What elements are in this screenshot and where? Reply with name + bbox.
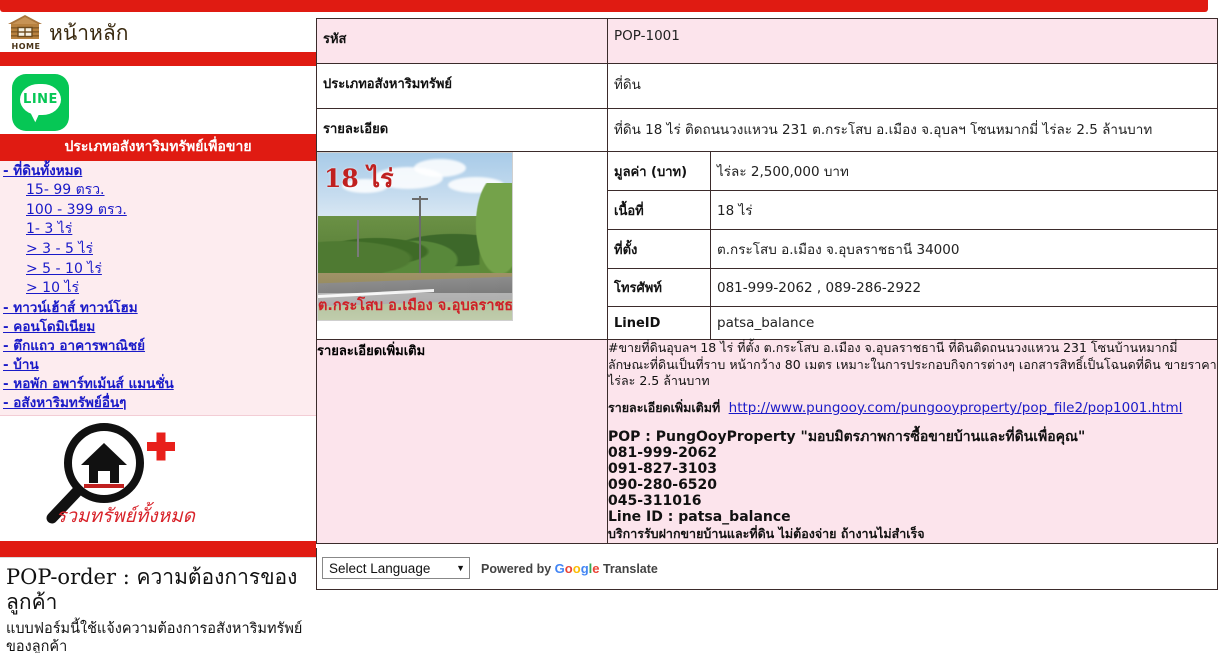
sidebar-item-townhouse[interactable]: - ทาวน์เฮ้าส์ ทาวน์โฮม [0,299,316,318]
sidebar-item-over-10-rai[interactable]: > 10 ไร่ [0,279,316,299]
sidebar-divider-red-1 [0,52,316,66]
property-detail-table: รหัส POP-1001 ประเภทอสังหาริมทรัพย์ ที่ด… [316,18,1218,544]
pop-order-block[interactable]: POP-order : ความต้องการของลูกค้า แบบฟอร์… [0,556,316,653]
cabin-svg [8,15,42,39]
row-label-detail: รายละเอียด [323,122,389,137]
chevron-down-icon: ▼ [456,563,465,574]
extra-details-label: รายละเอียดเพิ่มเติม [316,339,608,544]
spec-value-lineid: patsa_balance [710,306,1217,339]
line-logo-text: LINE [23,91,58,107]
contact-line-id: Line ID : patsa_balance [608,509,791,526]
top-red-banner [0,0,1208,12]
spec-row-lineid: LineID patsa_balance [608,306,1217,339]
sidebar-home-link[interactable]: HOME หน้าหลัก [0,14,316,52]
spec-label-price: มูลค่า (บาท) [608,152,711,191]
table-row-type: ประเภทอสังหาริมทรัพย์ ที่ดิน [316,63,1218,109]
row-label-type: ประเภทอสังหาริมทรัพย์ [323,77,453,92]
row-label-code: รหัส [323,32,347,47]
page-root: HOME หน้าหลัก LINE ประเภทอสังหาริมทรัพย์… [0,0,1225,653]
photo-bush-right [470,183,512,287]
extra-details-link[interactable]: http://www.pungooy.com/pungooyproperty/p… [729,400,1183,416]
main-content: รหัส POP-1001 ประเภทอสังหาริมทรัพย์ ที่ด… [316,18,1220,590]
sidebar: HOME หน้าหลัก LINE ประเภทอสังหาริมทรัพย์… [0,14,316,653]
table-row-detail: รายละเอียด ที่ดิน 18 ไร่ ติดถนนวงแหวน 23… [316,108,1218,152]
powered-by-label: Powered by [481,561,552,576]
sidebar-item-other-property[interactable]: - อสังหาริมทรัพย์อื่นๆ [0,394,316,413]
sidebar-home-label: หน้าหลัก [49,21,129,45]
photo-overlay-location-text: ต.กระโสบ อ.เมือง จ.อุบลราชธานี [318,293,512,320]
extra-link-label: รายละเอียดเพิ่มเติมที่ [608,399,721,415]
home-cabin-icon: HOME [4,14,46,51]
photo-utility-pole-far [356,219,359,257]
translate-word: Translate [602,561,658,576]
sidebar-category-header: ประเภทอสังหาริมทรัพย์เพื่อขาย [0,134,316,161]
spec-value-area: 18 ไร่ [710,190,1217,230]
sidebar-item-condominium[interactable]: - คอนโดมิเนียม [0,318,316,337]
sidebar-nav-list: - ที่ดินทั้งหมด 15- 99 ตรว. 100 - 399 ตร… [0,161,316,416]
table-row-code: รหัส POP-1001 [316,18,1218,64]
spec-label-location: ที่ตั้ง [608,229,711,269]
row-value-code: POP-1001 [614,28,680,44]
sidebar-item-5-10-rai[interactable]: > 5 - 10 ไร่ [0,260,316,280]
pop-order-title: POP-order : ความต้องการของลูกค้า [6,564,298,615]
contact-phone-1: 081-999-2062 [608,445,718,462]
sidebar-item-all-land[interactable]: - ที่ดินทั้งหมด [0,162,316,181]
spec-value-location: ต.กระโสบ อ.เมือง จ.อุบลราชธานี 34000 [710,229,1217,269]
line-app-icon[interactable]: LINE [12,74,69,131]
powered-by-google-translate: Powered by Google Translate [481,561,658,576]
row-value-type: ที่ดิน [614,77,641,93]
spec-row-price: มูลค่า (บาท) ไร่ละ 2,500,000 บาท [608,152,1217,191]
spec-label-phone: โทรศัพท์ [608,268,711,307]
photo-utility-pole [411,196,428,274]
table-row-photo-specs: 18 ไร่ ต.กระโสบ อ.เมือง จ.อุบลราชธานี มู… [316,151,1218,340]
property-photo[interactable]: 18 ไร่ ต.กระโสบ อ.เมือง จ.อุบลราชธานี [317,152,513,321]
spec-row-area: เนื้อที่ 18 ไร่ [608,190,1217,230]
sidebar-item-1-3-rai[interactable]: 1- 3 ไร่ [0,220,316,240]
extra-paragraph: #ขายที่ดินอุบลฯ 18 ไร่ ที่ตั้ง ต.กระโสบ … [608,340,1217,389]
google-wordmark: Google [554,560,600,576]
sidebar-divider-red-2 [0,540,316,557]
spec-row-phone: โทรศัพท์ 081-999-2062 , 089-286-2922 [608,268,1217,307]
pop-order-description: แบบฟอร์มนี้ใช้แจ้งความต้องการอสังหาริมทร… [6,620,303,653]
contact-phone-2: 091-827-3103 [608,461,718,478]
company-slogan: POP : PungOoyProperty "มอบมิตรภาพการซื้อ… [608,428,1086,445]
table-row-extra-details: รายละเอียดเพิ่มเติม #ขายที่ดินอุบลฯ 18 ไ… [316,339,1218,544]
photo-overlay-area-text: 18 ไร่ [324,164,394,193]
search-all-properties-banner[interactable]: รวมทรัพย์ทั้งหมด [0,415,316,541]
extra-details-body: #ขายที่ดินอุบลฯ 18 ไร่ ที่ตั้ง ต.กระโสบ … [607,339,1218,544]
property-photo-cell[interactable]: 18 ไร่ ต.กระโสบ อ.เมือง จ.อุบลราชธานี [316,151,608,340]
service-note: บริการรับฝากขายบ้านและที่ดิน ไม่ต้องจ่าย… [608,526,925,542]
spec-label-lineid: LineID [608,306,711,339]
row-value-detail: ที่ดิน 18 ไร่ ติดถนนวงแหวน 231 ต.กระโสบ … [614,122,1153,138]
sidebar-item-apartment[interactable]: - หอพัก อพาร์ทเม้นส์ แมนชั่น [0,375,316,394]
language-select-value: Select Language [329,560,431,576]
sidebar-item-house[interactable]: - บ้าน [0,356,316,375]
google-translate-bar: Select Language ▼ Powered by Google Tran… [316,547,1218,590]
extra-link-line: รายละเอียดเพิ่มเติมที่ http://www.pungoo… [608,400,1217,418]
spec-row-location: ที่ตั้ง ต.กระโสบ อ.เมือง จ.อุบลราชธานี 3… [608,229,1217,269]
spec-value-phone: 081-999-2062 , 089-286-2922 [710,268,1217,307]
sidebar-item-15-99-sqwah[interactable]: 15- 99 ตรว. [0,181,316,201]
spec-label-area: เนื้อที่ [608,190,711,230]
spec-table-cell: มูลค่า (บาท) ไร่ละ 2,500,000 บาท เนื้อที… [607,151,1218,340]
contact-phone-3: 090-280-6520 [608,477,718,494]
sidebar-item-100-399-sqwah[interactable]: 100 - 399 ตรว. [0,201,316,221]
language-select[interactable]: Select Language ▼ [322,557,470,580]
search-all-caption: รวมทรัพย์ทั้งหมด [56,504,195,527]
property-spec-table: มูลค่า (บาท) ไร่ละ 2,500,000 บาท เนื้อที… [608,152,1217,339]
sidebar-item-3-5-rai[interactable]: > 3 - 5 ไร่ [0,240,316,260]
contact-phone-4: 045-311016 [608,493,702,510]
photo-cloud [414,159,466,177]
home-icon-caption: HOME [11,42,41,51]
spec-value-price: ไร่ละ 2,500,000 บาท [710,152,1217,191]
line-logo-block[interactable]: LINE [0,66,316,134]
sidebar-item-shophouse[interactable]: - ตึกแถว อาคารพาณิชย์ [0,337,316,356]
